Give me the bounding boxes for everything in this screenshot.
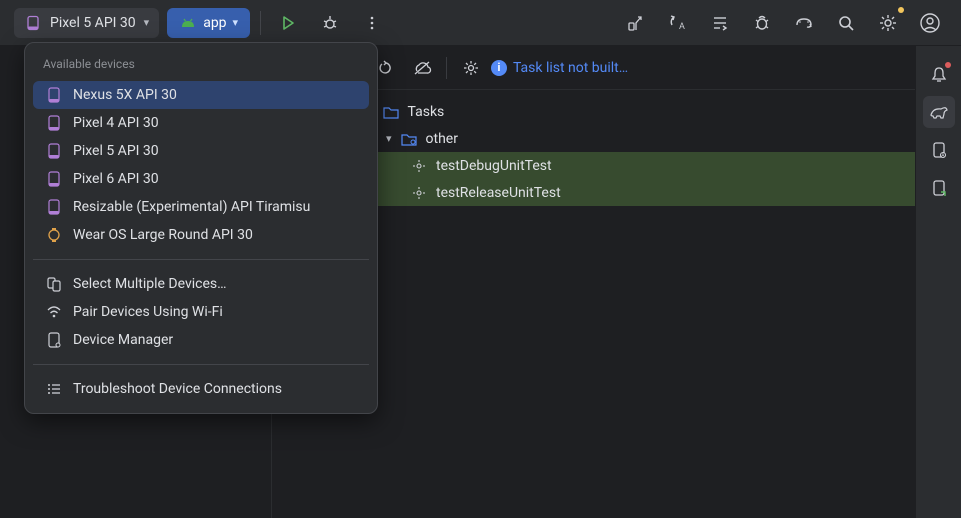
device-option-label: Pixel 4 API 30 [73, 115, 159, 131]
settings-icon[interactable] [871, 6, 905, 40]
device-option-label: Pixel 6 API 30 [73, 171, 159, 187]
device-option[interactable]: Pixel 4 API 30 [33, 109, 369, 137]
pair-wifi-devices[interactable]: Pair Devices Using Wi-Fi [33, 298, 369, 326]
build-icon[interactable] [703, 6, 737, 40]
device-icon [45, 142, 63, 160]
divider [260, 11, 261, 35]
folder-icon [382, 103, 400, 121]
device-manager-icon [45, 331, 63, 349]
list-icon [45, 380, 63, 398]
device-icon [24, 14, 42, 32]
gradle-icon[interactable] [923, 96, 955, 128]
tree-label: Tasks [408, 104, 445, 120]
offline-icon[interactable] [406, 52, 438, 84]
task-list-warning[interactable]: i Task list not built… [491, 60, 628, 76]
troubleshoot-connections[interactable]: Troubleshoot Device Connections [33, 375, 369, 403]
popup-header: Available devices [25, 43, 377, 77]
gear-icon [410, 184, 428, 202]
multi-device-icon [45, 275, 63, 293]
tree-label: other [426, 131, 458, 147]
device-option[interactable]: Pixel 6 API 30 [33, 165, 369, 193]
action-label: Troubleshoot Device Connections [73, 381, 282, 397]
device-dropdown: Available devices Nexus 5X API 30 Pixel … [24, 42, 378, 414]
search-icon[interactable] [829, 6, 863, 40]
divider [446, 57, 447, 79]
debug-button[interactable] [313, 6, 347, 40]
action-label: Device Manager [73, 332, 173, 348]
run-button[interactable] [271, 6, 305, 40]
device-manager[interactable]: Device Manager [33, 326, 369, 354]
chevron-down-icon: ▾ [386, 132, 392, 145]
main-toolbar: Pixel 5 API 30 ▾ app ▾ A [0, 0, 961, 46]
tree-label: testDebugUnitTest [436, 158, 552, 174]
debug-icon[interactable] [745, 6, 779, 40]
gear-icon [410, 157, 428, 175]
select-multiple-devices[interactable]: Select Multiple Devices… [33, 270, 369, 298]
svg-text:A: A [679, 22, 685, 32]
device-list: Nexus 5X API 30 Pixel 4 API 30 Pixel 5 A… [25, 77, 377, 253]
separator [33, 364, 369, 365]
wifi-icon [45, 303, 63, 321]
sync-icon[interactable]: A [661, 6, 695, 40]
right-tool-rail: A [915, 46, 961, 518]
device-icon [45, 198, 63, 216]
device-option-label: Resizable (Experimental) API Tiramisu [73, 199, 310, 215]
device-option[interactable]: Resizable (Experimental) API Tiramisu [33, 193, 369, 221]
device-icon [45, 114, 63, 132]
device-option[interactable]: Wear OS Large Round API 30 [33, 221, 369, 249]
gear-icon[interactable] [455, 52, 487, 84]
device-selector[interactable]: Pixel 5 API 30 ▾ [14, 8, 159, 38]
android-icon [179, 14, 197, 32]
code-with-me-icon[interactable] [619, 6, 653, 40]
run-config-label: app [203, 15, 226, 31]
action-label: Pair Devices Using Wi-Fi [73, 304, 223, 320]
account-icon[interactable] [913, 6, 947, 40]
chevron-down-icon: ▾ [233, 16, 239, 29]
device-manager-icon[interactable]: A [923, 134, 955, 166]
watch-icon [45, 226, 63, 244]
device-option-label: Pixel 5 API 30 [73, 143, 159, 159]
notifications-icon[interactable] [923, 58, 955, 90]
folder-gear-icon [400, 130, 418, 148]
task-list-warning-label: Task list not built… [513, 60, 628, 76]
separator [33, 259, 369, 260]
action-label: Select Multiple Devices… [73, 276, 227, 292]
tree-label: testReleaseUnitTest [436, 185, 561, 201]
device-actions: Select Multiple Devices… Pair Devices Us… [25, 266, 377, 358]
info-icon: i [491, 60, 507, 76]
device-option-label: Wear OS Large Round API 30 [73, 227, 253, 243]
running-devices-icon[interactable] [923, 172, 955, 204]
chevron-down-icon: ▾ [144, 16, 150, 29]
device-option[interactable]: Pixel 5 API 30 [33, 137, 369, 165]
device-icon [45, 170, 63, 188]
device-option[interactable]: Nexus 5X API 30 [33, 81, 369, 109]
run-config-selector[interactable]: app ▾ [167, 8, 250, 38]
device-selector-label: Pixel 5 API 30 [50, 15, 136, 31]
device-option-label: Nexus 5X API 30 [73, 87, 177, 103]
more-actions-button[interactable] [355, 6, 389, 40]
app-quality-icon[interactable] [787, 6, 821, 40]
device-icon [45, 86, 63, 104]
